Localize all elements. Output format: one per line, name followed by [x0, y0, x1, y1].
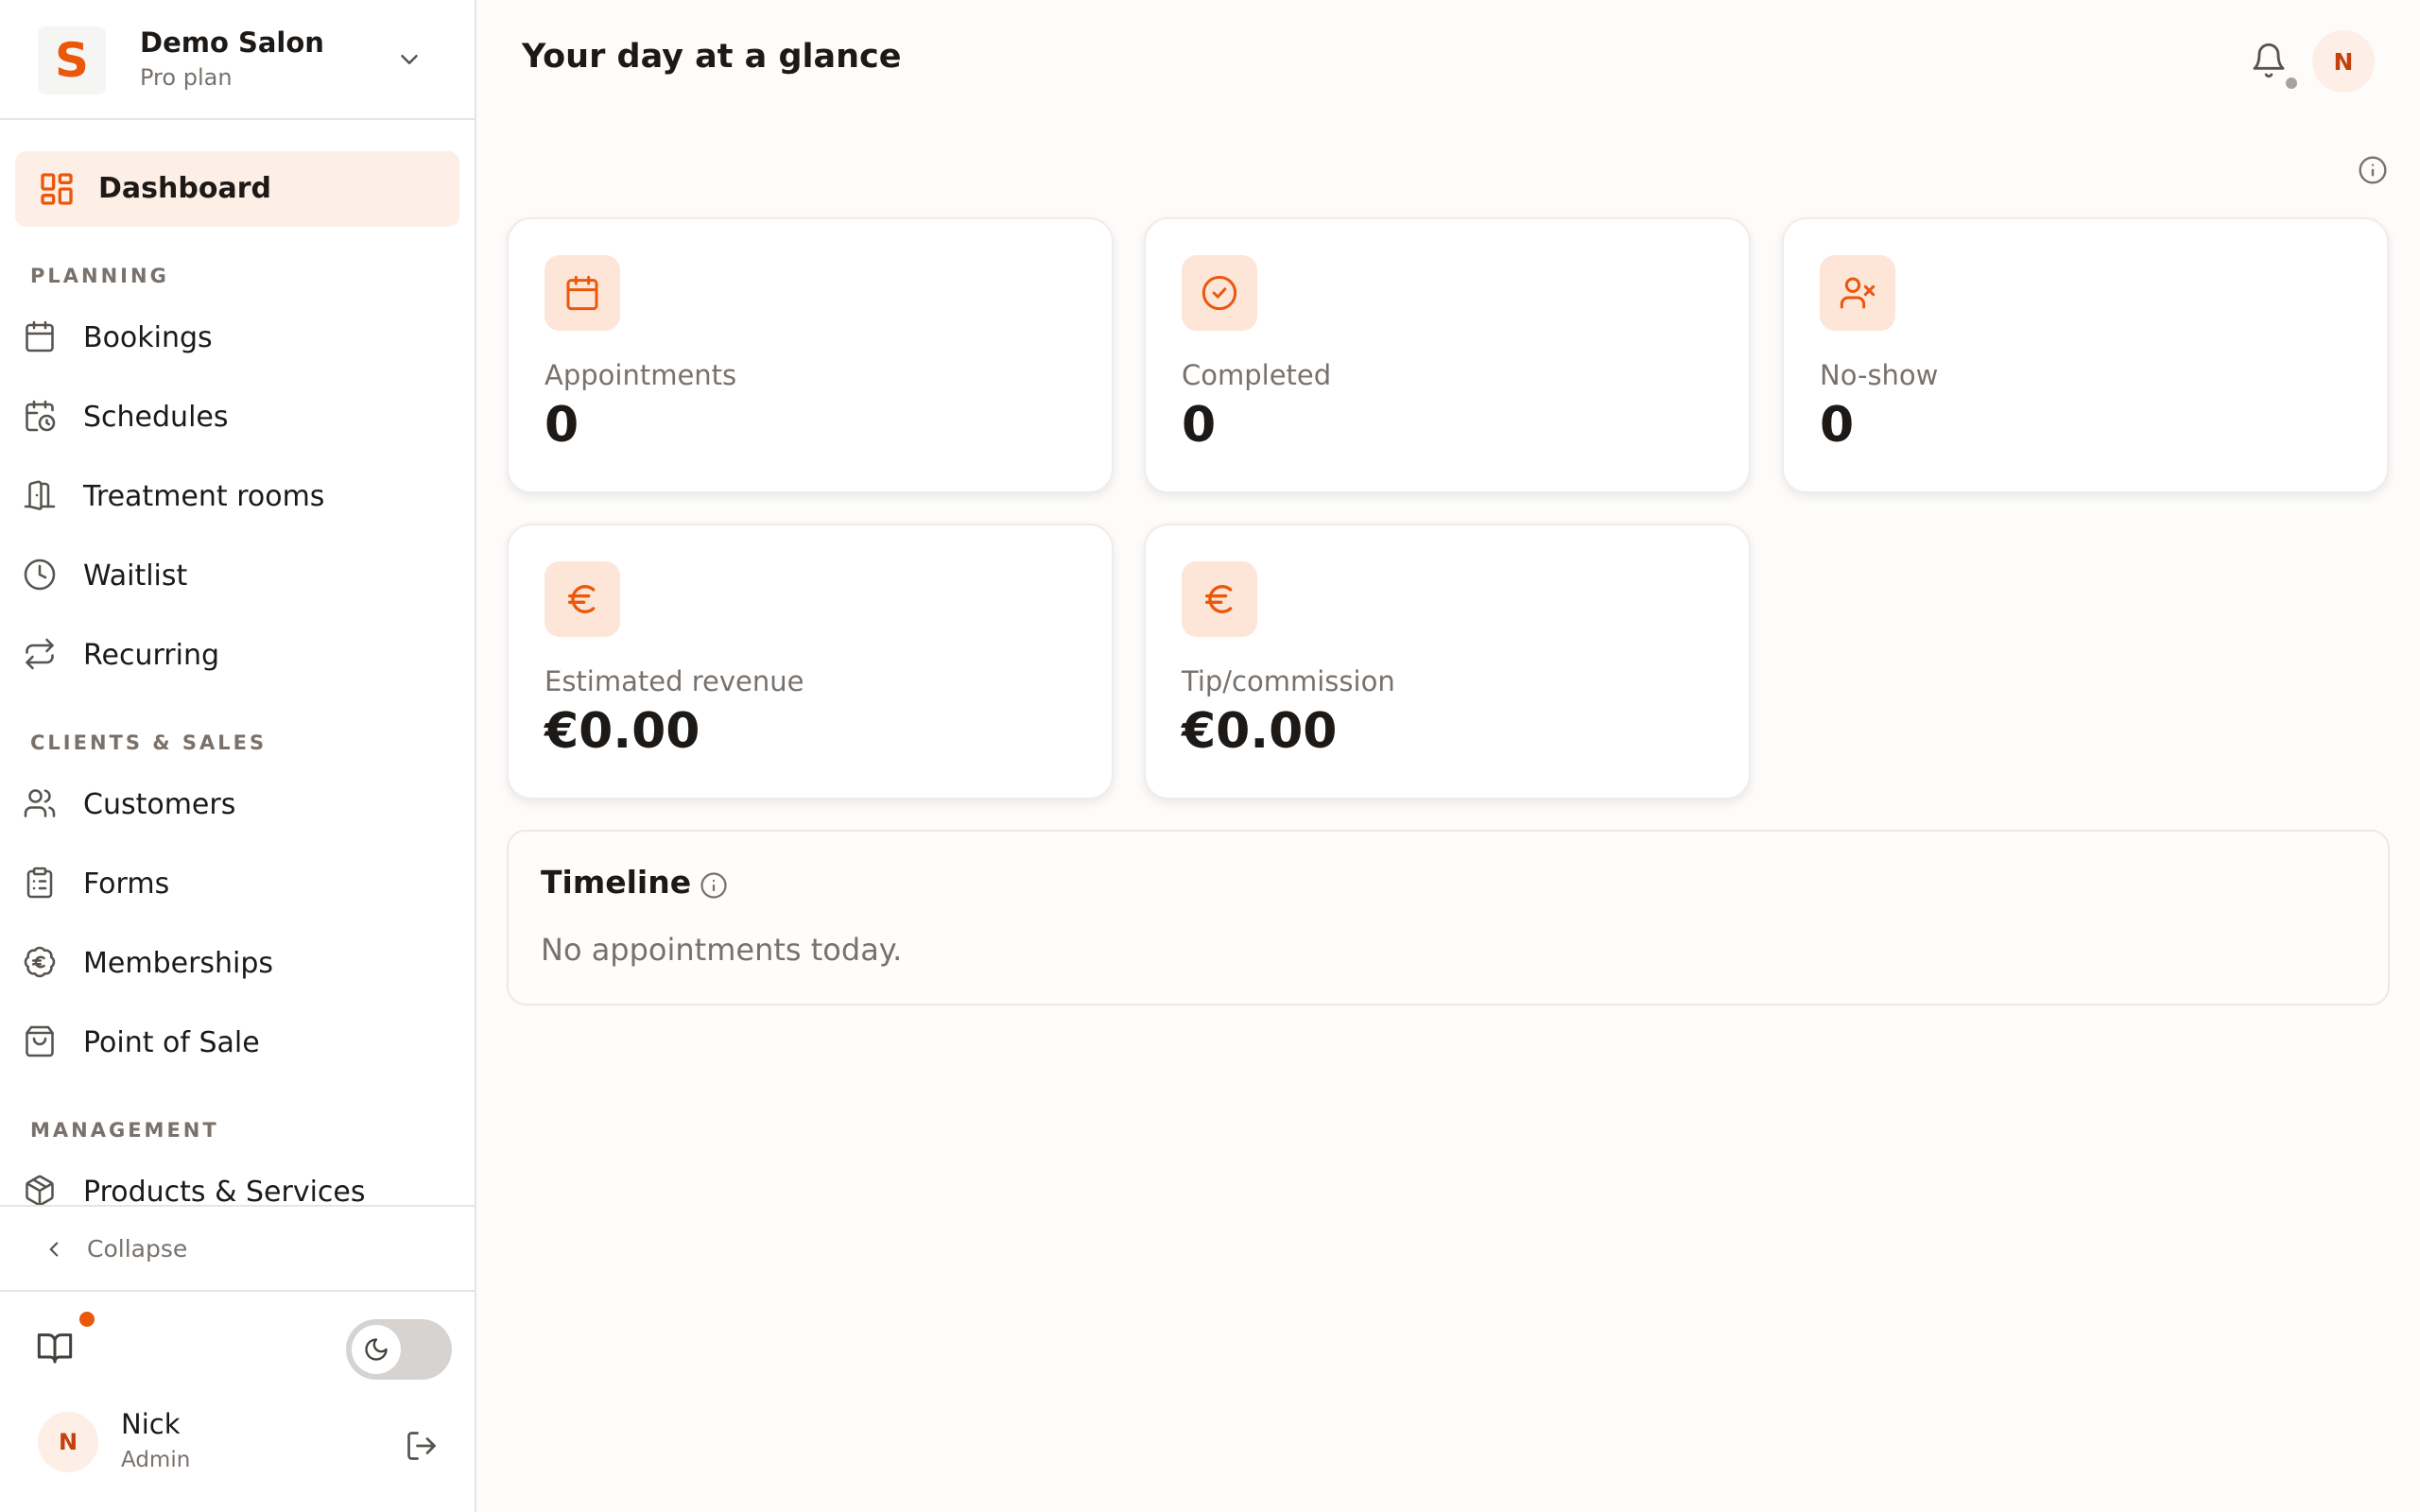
stat-label: Estimated revenue — [544, 665, 804, 697]
card-icon-wrap — [544, 255, 620, 331]
calendar-icon — [566, 275, 598, 311]
sidebar: S Demo Salon Pro plan Dashboard PLANNING… — [0, 0, 476, 1512]
dark-mode-toggle[interactable] — [346, 1319, 452, 1380]
timeline-empty-message: No appointments today. — [541, 932, 903, 968]
shopping-bag-icon — [26, 1025, 54, 1057]
page-title: Your day at a glance — [522, 38, 902, 76]
user-name: Nick — [121, 1408, 181, 1440]
dashboard-icon — [41, 173, 73, 205]
sidebar-item-label: Recurring — [83, 639, 219, 672]
door-icon — [24, 480, 56, 510]
repeat-icon — [26, 638, 54, 670]
salon-name: Demo Salon — [140, 26, 324, 59]
stat-label: No-show — [1820, 359, 1939, 391]
stat-label: Tip/commission — [1182, 665, 1395, 697]
clipboard-list-icon — [26, 867, 53, 899]
sidebar-item-treatment-rooms[interactable]: Treatment rooms — [0, 465, 475, 525]
workspace-switcher[interactable]: S Demo Salon Pro plan — [0, 0, 475, 120]
sidebar-item-recurring[interactable]: Recurring — [0, 624, 475, 684]
stat-value: 0 — [1820, 397, 1855, 454]
user-avatar[interactable]: N — [38, 1412, 98, 1472]
sidebar-item-schedules[interactable]: Schedules — [0, 386, 475, 446]
sidebar-item-label: Waitlist — [83, 559, 188, 593]
sidebar-item-bookings[interactable]: Bookings — [0, 306, 475, 367]
stat-card-appointments: Appointments 0 — [507, 217, 1114, 493]
bell-icon[interactable] — [2250, 42, 2288, 79]
user-x-icon — [1840, 277, 1876, 309]
sidebar-item-label: Point of Sale — [83, 1026, 260, 1059]
stat-label: Appointments — [544, 359, 737, 391]
sidebar-item-customers[interactable]: Customers — [0, 773, 475, 833]
card-icon-wrap — [1182, 561, 1257, 637]
info-icon[interactable] — [700, 871, 728, 900]
card-icon-wrap — [1182, 255, 1257, 331]
sidebar-item-label: Bookings — [83, 321, 213, 354]
sidebar-nav[interactable]: PLANNING Bookings Schedules Treatment ro… — [0, 236, 475, 1205]
notification-indicator — [2286, 77, 2297, 89]
sidebar-item-label: Products & Services — [83, 1176, 366, 1205]
stat-card-completed: Completed 0 — [1144, 217, 1751, 493]
sidebar-item-label: Forms — [83, 868, 170, 901]
moon-icon — [365, 1338, 388, 1361]
euro-icon — [1205, 584, 1233, 614]
calendar-icon — [26, 320, 54, 352]
salon-logo: S — [38, 26, 106, 94]
euro-badge-icon — [24, 946, 56, 978]
info-icon[interactable] — [2358, 155, 2388, 185]
logo-letter: S — [54, 33, 89, 88]
stat-value: €0.00 — [1182, 703, 1338, 760]
sidebar-item-label: Schedules — [83, 401, 229, 434]
stat-value: 0 — [1182, 397, 1217, 454]
stat-label: Completed — [1182, 359, 1332, 391]
user-role: Admin — [121, 1448, 191, 1472]
calendar-clock-icon — [26, 400, 56, 432]
logout-icon[interactable] — [405, 1429, 439, 1463]
sidebar-item-dashboard[interactable]: Dashboard — [15, 151, 459, 227]
check-circle-icon — [1201, 275, 1237, 311]
clock-icon — [24, 558, 56, 591]
card-icon-wrap — [544, 561, 620, 637]
header-avatar[interactable]: N — [2312, 30, 2375, 93]
timeline-title: Timeline — [541, 864, 692, 901]
book-icon[interactable] — [36, 1329, 74, 1366]
sidebar-item-waitlist[interactable]: Waitlist — [0, 544, 475, 605]
sidebar-item-label: Dashboard — [98, 172, 271, 205]
sidebar-item-label: Memberships — [83, 947, 274, 980]
collapse-label: Collapse — [87, 1235, 188, 1263]
stat-card-estimated-revenue: Estimated revenue €0.00 — [507, 524, 1114, 799]
stat-value: €0.00 — [544, 703, 700, 760]
sidebar-item-products-services[interactable]: Products & Services — [0, 1160, 475, 1205]
card-icon-wrap — [1820, 255, 1895, 331]
package-icon — [26, 1175, 54, 1205]
section-heading-management: MANAGEMENT — [30, 1119, 219, 1142]
timeline-panel: Timeline No appointments today. — [507, 830, 2390, 1005]
euro-icon — [568, 584, 596, 614]
collapse-sidebar-button[interactable]: Collapse — [0, 1205, 475, 1292]
sidebar-item-point-of-sale[interactable]: Point of Sale — [0, 1011, 475, 1072]
chevron-left-icon — [49, 1242, 59, 1257]
section-heading-clients-sales: CLIENTS & SALES — [30, 731, 268, 754]
stat-card-tip-commission: Tip/commission €0.00 — [1144, 524, 1751, 799]
sidebar-item-memberships[interactable]: Memberships — [0, 932, 475, 992]
sidebar-item-forms[interactable]: Forms — [0, 852, 475, 913]
plan-label: Pro plan — [140, 64, 233, 91]
sidebar-item-label: Customers — [83, 788, 236, 821]
stat-value: 0 — [544, 397, 579, 454]
users-icon — [24, 789, 56, 817]
sidebar-item-label: Treatment rooms — [83, 480, 325, 513]
chevron-down-icon — [401, 55, 418, 64]
section-heading-planning: PLANNING — [30, 265, 169, 287]
toggle-knob — [352, 1325, 401, 1374]
stat-card-no-show: No-show 0 — [1782, 217, 2389, 493]
notification-dot — [79, 1312, 95, 1327]
